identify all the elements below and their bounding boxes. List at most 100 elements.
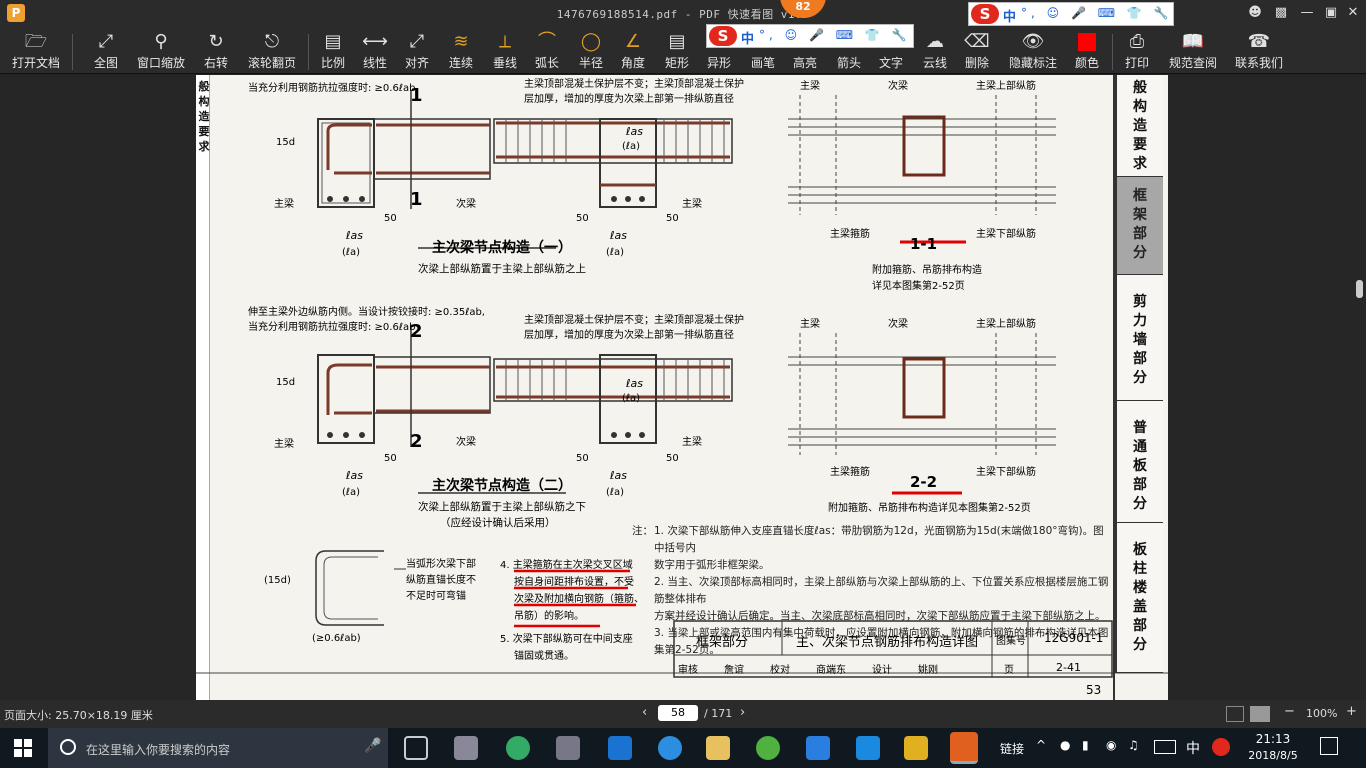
file-explorer-icon[interactable] xyxy=(706,736,730,760)
volume-icon[interactable]: ♫ xyxy=(1128,738,1139,752)
document-viewer[interactable]: 般构造要求 当充分利用钢筋抗拉强度时: ≥0.6ℓab 伸至主梁外边纵筋内侧。当… xyxy=(0,75,1366,700)
clock-time[interactable]: 21:13 xyxy=(1246,732,1300,746)
task-view-icon[interactable] xyxy=(404,736,428,760)
s2-label-secondary-beam: 次梁 xyxy=(888,319,908,330)
radius-icon: ◯ xyxy=(580,31,602,52)
user-icon[interactable]: ☻ xyxy=(1244,4,1266,22)
dim-50-1: 50 xyxy=(384,213,397,224)
edge-icon[interactable] xyxy=(608,736,632,760)
arc-dim-06lab: (≥0.6ℓab) xyxy=(312,633,361,644)
network-icon[interactable]: ◉ xyxy=(1106,738,1116,752)
plus-app-icon[interactable] xyxy=(856,736,880,760)
side-tab-frame[interactable]: 框架部分 xyxy=(1115,177,1163,275)
ime-tools[interactable]: °, ☺ 🎤 ⌨ 👕 🔧 xyxy=(1021,6,1173,20)
zoom-in-button[interactable]: + xyxy=(1346,704,1357,719)
dim-la-1: (ℓa) xyxy=(342,247,361,258)
side-tab-slab[interactable]: 普通板部分 xyxy=(1115,401,1163,523)
aligned-dimension-button[interactable]: ⤢ 对齐 xyxy=(402,30,432,74)
ime-toolbar-top[interactable]: S 中 °, ☺ 🎤 ⌨ 👕 🔧 xyxy=(968,2,1174,26)
sogou-logo-icon: S xyxy=(709,26,737,46)
delete-button[interactable]: ⌫ 删除 xyxy=(962,30,992,74)
ime-language[interactable]: 中 xyxy=(1003,6,1016,25)
360-browser-icon[interactable] xyxy=(756,736,780,760)
linear-dimension-button[interactable]: ⟷ 线性 xyxy=(360,30,390,74)
ime-language[interactable]: 中 xyxy=(741,28,754,47)
rectangle-button[interactable]: ▤ 矩形 xyxy=(662,30,692,74)
battery-icon[interactable]: ▮ xyxy=(1082,738,1089,752)
linear-dim-icon: ⟷ xyxy=(362,31,388,52)
s2-label-stirrups: 主梁箍筋 xyxy=(830,467,870,478)
spec-lookup-button[interactable]: 📖 规范查阅 xyxy=(1166,30,1220,74)
microphone-icon[interactable]: 🎤 xyxy=(364,738,381,754)
ime-language-indicator[interactable]: 中 xyxy=(1186,738,1200,758)
label-main-beam-1: 主梁 xyxy=(274,199,294,210)
color-button[interactable]: 颜色 xyxy=(1072,30,1102,74)
continuous-view-icon[interactable] xyxy=(1250,706,1270,722)
side-tab-flat-slab[interactable]: 板柱楼盖部分 xyxy=(1115,523,1163,673)
ruler-icon: ▤ xyxy=(324,31,342,52)
restore-icon[interactable]: ▩ xyxy=(1270,4,1292,22)
sogou-logo-icon: S xyxy=(971,4,999,24)
section-1-1-title: 1-1 xyxy=(910,235,938,253)
perpendicular-button[interactable]: ⟂ 垂线 xyxy=(490,30,520,74)
swirl-app-icon[interactable] xyxy=(556,736,580,760)
angle-button[interactable]: ∠ 角度 xyxy=(618,30,648,74)
scale-button[interactable]: ▤ 比例 xyxy=(318,30,348,74)
contact-us-button[interactable]: ☎ 联系我们 xyxy=(1232,30,1286,74)
tray-person-icon[interactable]: ● xyxy=(1060,738,1070,752)
prev-page-button[interactable]: ‹ xyxy=(642,705,647,720)
dim-50-2c: 50 xyxy=(666,453,679,464)
main-toolbar: 🗁 打开文档 ⤢ 全图 ⚲ 窗口缩放 ↻ 右转 ⎋ 滚轮翻页 ▤ 比例 ⟷ 线性 ⤢ 对齐 ≋ 连… xyxy=(0,28,1366,74)
clock-date[interactable]: 2018/8/5 xyxy=(1244,749,1302,762)
windows-start-icon[interactable] xyxy=(14,739,32,757)
print-button[interactable]: ⎙ 打印 xyxy=(1122,30,1152,74)
arc-length-icon: ⌒ xyxy=(538,31,556,52)
minimize-icon[interactable]: — xyxy=(1296,4,1318,22)
notes-app-icon[interactable] xyxy=(904,736,928,760)
keyboard-icon[interactable] xyxy=(1154,740,1176,754)
ime-toolbar-floating[interactable]: S 中 °, ☺ 🎤 ⌨ 👕 🔧 xyxy=(706,24,914,48)
side-tab-general[interactable]: 般构造要求 xyxy=(1115,75,1163,177)
dim-50-2b: 50 xyxy=(576,453,589,464)
fit-all-icon: ⤢ xyxy=(98,31,114,52)
vertical-scrollbar-thumb[interactable] xyxy=(1356,280,1363,298)
radius-button[interactable]: ◯ 半径 xyxy=(576,30,606,74)
continuous-dimension-button[interactable]: ≋ 连续 xyxy=(446,30,476,74)
zoom-out-button[interactable]: − xyxy=(1284,704,1295,719)
open-document-button[interactable]: 🗁 打开文档 xyxy=(6,30,66,74)
maximize-icon[interactable]: ▣ xyxy=(1320,4,1342,22)
hide-annotation-button[interactable]: 👁 隐藏标注 xyxy=(1006,30,1060,74)
tray-expand-icon[interactable]: ^ xyxy=(1036,738,1046,752)
dim-la-2: (ℓa) xyxy=(342,487,361,498)
note-4: 4. 主梁箍筋在主次梁交叉区域 按自身间距排布设置，不受 次梁及附加横向钢筋（箍筋、… xyxy=(500,560,644,622)
page-number-input[interactable]: 58 xyxy=(658,705,698,721)
next-page-button[interactable]: › xyxy=(740,705,745,720)
side-tab-shear-wall[interactable]: 剪力墙部分 xyxy=(1115,275,1163,401)
ie-icon[interactable] xyxy=(658,736,682,760)
zoom-window-button[interactable]: ⚲ 窗口缩放 xyxy=(134,30,188,74)
sogou-tray-icon[interactable] xyxy=(1212,738,1230,756)
title-block-atlas-label: 图集号 xyxy=(996,636,1026,647)
g-app-icon[interactable] xyxy=(806,736,830,760)
rotate-right-button[interactable]: ↻ 右转 xyxy=(198,30,234,74)
link-toolbar-label[interactable]: 链接 xyxy=(1000,740,1024,757)
pdf-page[interactable]: 般构造要求 当充分利用钢筋抗拉强度时: ≥0.6ℓab 伸至主梁外边纵筋内侧。当… xyxy=(196,75,1168,700)
dim-la-1b: (ℓa) xyxy=(606,247,625,258)
fit-all-button[interactable]: ⤢ 全图 xyxy=(88,30,124,74)
folder-icon: 🗁 xyxy=(24,31,48,52)
pdf-viewer-taskbar-icon[interactable] xyxy=(950,732,978,764)
page-size-text: 页面大小: 25.70×18.19 厘米 xyxy=(4,709,153,722)
arc-length-button[interactable]: ⌒ 弧长 xyxy=(532,30,562,74)
zoom-level[interactable]: 100% xyxy=(1306,707,1337,720)
notification-center-icon[interactable] xyxy=(1320,737,1338,755)
hide-icon: 👁 xyxy=(1021,31,1045,52)
ime-tools[interactable]: °, ☺ 🎤 ⌨ 👕 🔧 xyxy=(759,28,911,42)
browser-e-icon[interactable] xyxy=(506,736,530,760)
pinwheel-app-icon[interactable] xyxy=(454,736,478,760)
wheel-page-button[interactable]: ⎋ 滚轮翻页 xyxy=(244,30,300,74)
close-icon[interactable]: ✕ xyxy=(1342,4,1364,22)
cloud-line-button[interactable]: ☁ 云线 xyxy=(920,30,950,74)
taskbar-search-box[interactable]: 在这里输入你要搜索的内容 🎤 xyxy=(48,728,388,768)
single-page-view-icon[interactable] xyxy=(1226,706,1244,722)
section-2-2-title: 2-2 xyxy=(910,473,938,491)
